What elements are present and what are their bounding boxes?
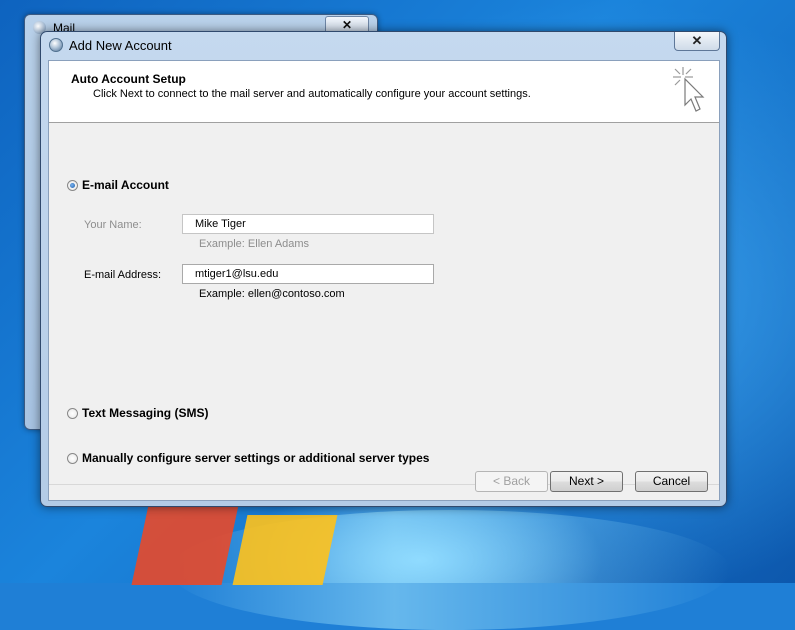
email-address-label: E-mail Address: bbox=[84, 269, 162, 281]
email-account-label[interactable]: E-mail Account bbox=[82, 178, 169, 192]
outlook-icon bbox=[49, 38, 63, 52]
back-button[interactable]: < Back bbox=[475, 471, 548, 492]
manual-config-label[interactable]: Manually configure server settings or ad… bbox=[82, 451, 429, 465]
cursor-sparkle-icon bbox=[673, 67, 705, 112]
dialog-title: Add New Account bbox=[69, 38, 172, 53]
header-title: Auto Account Setup bbox=[71, 72, 186, 86]
close-button[interactable]: ✕ bbox=[674, 32, 720, 51]
windows-logo bbox=[131, 505, 340, 585]
cancel-button[interactable]: Cancel bbox=[635, 471, 708, 492]
header-subtitle: Click Next to connect to the mail server… bbox=[93, 88, 531, 100]
dialog-client-area: Auto Account Setup Click Next to connect… bbox=[48, 60, 720, 501]
your-name-example: Example: Ellen Adams bbox=[199, 238, 310, 250]
dialog-titlebar[interactable]: Add New Account ✕ bbox=[41, 32, 726, 59]
sms-radio[interactable] bbox=[67, 408, 78, 419]
sms-label[interactable]: Text Messaging (SMS) bbox=[82, 406, 208, 420]
wizard-header: Auto Account Setup Click Next to connect… bbox=[49, 61, 719, 123]
email-address-input[interactable]: mtiger1@lsu.edu bbox=[182, 264, 434, 284]
next-button[interactable]: Next > bbox=[550, 471, 623, 492]
email-address-example: Example: ellen@contoso.com bbox=[199, 288, 345, 300]
manual-config-radio[interactable] bbox=[67, 453, 78, 464]
add-account-dialog: Add New Account ✕ Auto Account Setup Cli… bbox=[40, 31, 727, 507]
email-account-radio[interactable] bbox=[67, 180, 78, 191]
your-name-label: Your Name: bbox=[84, 219, 142, 231]
your-name-input[interactable]: Mike Tiger bbox=[182, 214, 434, 234]
